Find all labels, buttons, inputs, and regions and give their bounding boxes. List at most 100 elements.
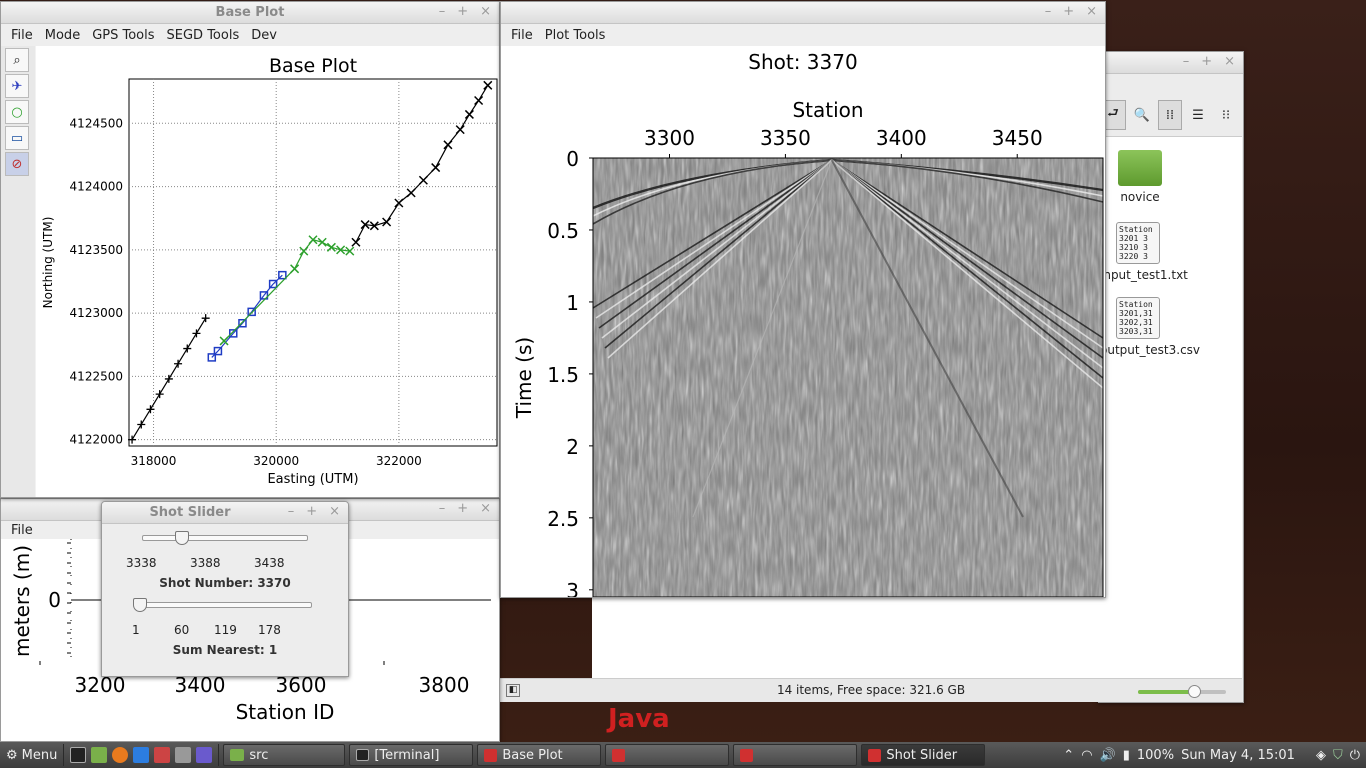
terminal-icon[interactable] — [70, 747, 87, 763]
y-tick-label: 2 — [566, 435, 579, 459]
shot-slider-window: Shot Slider – + × 3338 3388 3438 Shot Numb… — [101, 501, 349, 677]
menu-plot-tools[interactable]: Plot Tools — [539, 28, 612, 43]
file-name: novice — [1120, 190, 1160, 204]
minimize-icon[interactable]: – — [1183, 54, 1190, 69]
menu-file[interactable]: File — [505, 28, 539, 43]
app-icon[interactable] — [154, 747, 171, 763]
folder-icon — [230, 749, 245, 761]
file-item[interactable]: novice — [1108, 150, 1172, 204]
tools-icon[interactable] — [175, 747, 192, 763]
no-entry-icon[interactable]: ⊘ — [5, 152, 29, 176]
task-src[interactable]: src — [223, 744, 346, 766]
menu-segd-tools[interactable]: SEGD Tools — [161, 28, 246, 43]
sum-nearest-slider[interactable] — [133, 598, 312, 612]
y-tick-label: 2.5 — [547, 507, 579, 531]
y-tick-label: 4124000 — [70, 180, 123, 194]
maximize-icon[interactable]: + — [306, 504, 317, 519]
sum-nearest-label: Sum Nearest: 1 — [172, 643, 278, 657]
sum-nearest-handle[interactable] — [133, 598, 147, 612]
start-menu-button[interactable]: ⚙ Menu — [0, 744, 65, 766]
file-item[interactable]: Station 3201 3 3210 3 3220 3 input_test1… — [1100, 222, 1210, 282]
task-window[interactable] — [605, 744, 730, 766]
base-plot-chart: 318000 320000 322000 4122000 4122500 4123000 4… — [41, 55, 498, 487]
text-file-icon: Station 3201 3 3210 3 3220 3 — [1116, 222, 1160, 264]
task-shot-slider[interactable]: Shot Slider — [861, 744, 986, 766]
taskbar: ⚙ Menu src [Terminal] Base Plot Shot Slid… — [0, 742, 1366, 768]
minimize-icon[interactable]: – — [1045, 4, 1052, 19]
menu-mode[interactable]: Mode — [39, 28, 86, 43]
file-name: output_test3.csv — [1100, 343, 1201, 357]
battery-icon[interactable]: ▮ — [1123, 748, 1130, 763]
search-icon[interactable]: 🔍 — [1130, 100, 1154, 130]
close-icon[interactable]: × — [329, 504, 340, 519]
minimize-icon[interactable]: – — [288, 504, 295, 519]
y-tick-label: 0 — [566, 147, 579, 171]
task-label: Shot Slider — [886, 747, 958, 763]
java-icon — [868, 748, 882, 762]
power-icon[interactable]: ⏻ — [1350, 748, 1360, 763]
task-terminal[interactable]: [Terminal] — [349, 744, 474, 766]
battery-text: 100% — [1136, 747, 1175, 763]
minimize-icon[interactable]: – — [439, 501, 446, 516]
volume-icon[interactable]: 🔊 — [1100, 748, 1116, 763]
y-axis-label: Northing (UTM) — [41, 217, 55, 309]
network-icon[interactable]: ◈ — [1316, 748, 1326, 763]
chart-title: Shot: 3370 — [748, 50, 857, 74]
app2-icon[interactable] — [196, 747, 213, 763]
x-tick-label: 318000 — [131, 454, 177, 468]
minimize-icon[interactable]: – — [439, 4, 446, 19]
chevron-up-icon[interactable]: ⌃ — [1063, 748, 1074, 763]
shot-gather-chart: Shot: 3370 Station 3300 3350 3400 3450 0 0.5 1 1.… — [512, 50, 1104, 597]
maximize-icon[interactable]: + — [457, 4, 468, 19]
maximize-icon[interactable]: + — [1063, 4, 1074, 19]
grid-view-icon[interactable]: ⁞⁞ — [1158, 100, 1182, 130]
tick-label: 3388 — [190, 556, 221, 570]
menu-dev[interactable]: Dev — [245, 28, 283, 43]
compact-view-icon[interactable]: ⁝⁝ — [1214, 100, 1238, 130]
x-tick-label: 3450 — [992, 126, 1043, 150]
java-icon — [484, 748, 498, 762]
shield-icon[interactable]: ⛉ — [1333, 748, 1343, 763]
tick-label: 60 — [174, 623, 190, 637]
menu-gps-tools[interactable]: GPS Tools — [86, 28, 160, 43]
list-view-icon[interactable]: ☰ — [1186, 100, 1210, 130]
tick-label: 1 — [132, 623, 140, 637]
shot-number-slider[interactable] — [142, 531, 308, 545]
zoom-slider[interactable] — [1138, 685, 1226, 698]
wifi-icon[interactable]: ◠ — [1081, 748, 1092, 763]
zoom-slider-fill — [1138, 690, 1193, 694]
maximize-icon[interactable]: + — [457, 501, 468, 516]
file-item[interactable]: Station 3201,31 3202,31 3203,31 output_t… — [1100, 297, 1210, 357]
menu-file[interactable]: File — [5, 523, 39, 538]
close-icon[interactable]: × — [1224, 54, 1235, 69]
monitor-icon[interactable]: ▭ — [5, 126, 29, 150]
files-icon[interactable] — [91, 747, 108, 763]
task-window[interactable] — [733, 744, 858, 766]
y-tick-label: 0.5 — [547, 219, 579, 243]
close-icon[interactable]: × — [480, 4, 491, 19]
clock[interactable]: Sun May 4, 15:01 — [1181, 748, 1295, 763]
zoom-slider-handle[interactable] — [1188, 685, 1201, 698]
task-base-plot[interactable]: Base Plot — [477, 744, 602, 766]
x-tick-label: 3350 — [760, 126, 811, 150]
y-tick-label: 4123500 — [70, 243, 123, 257]
airplane-icon[interactable]: ✈ — [5, 74, 29, 98]
task-label: src — [249, 747, 269, 763]
file-manager-toolbar: ⮐ 🔍 ⁞⁞ ☰ ⁝⁝ — [1100, 96, 1242, 134]
x-tick-label: 3400 — [876, 126, 927, 150]
tool-palette: ⌕ ✈ ○ ▭ ⊘ — [1, 46, 35, 497]
close-icon[interactable]: × — [1086, 4, 1097, 19]
preview-line: 3202,31 — [1119, 318, 1153, 327]
circle-icon[interactable]: ○ — [5, 100, 29, 124]
x-axis-label: Station ID — [236, 700, 335, 724]
blogger-icon[interactable] — [133, 747, 150, 763]
firefox-icon[interactable] — [112, 747, 129, 763]
shot-number-handle[interactable] — [175, 531, 189, 545]
menu-file[interactable]: File — [5, 28, 39, 43]
x-tick-label: 3800 — [419, 673, 470, 697]
maximize-icon[interactable]: + — [1201, 54, 1212, 69]
preview-line: Station — [1119, 300, 1153, 309]
y-tick-label: 0 — [48, 588, 61, 612]
zoom-icon[interactable]: ⌕ — [5, 48, 29, 72]
close-icon[interactable]: × — [480, 501, 491, 516]
